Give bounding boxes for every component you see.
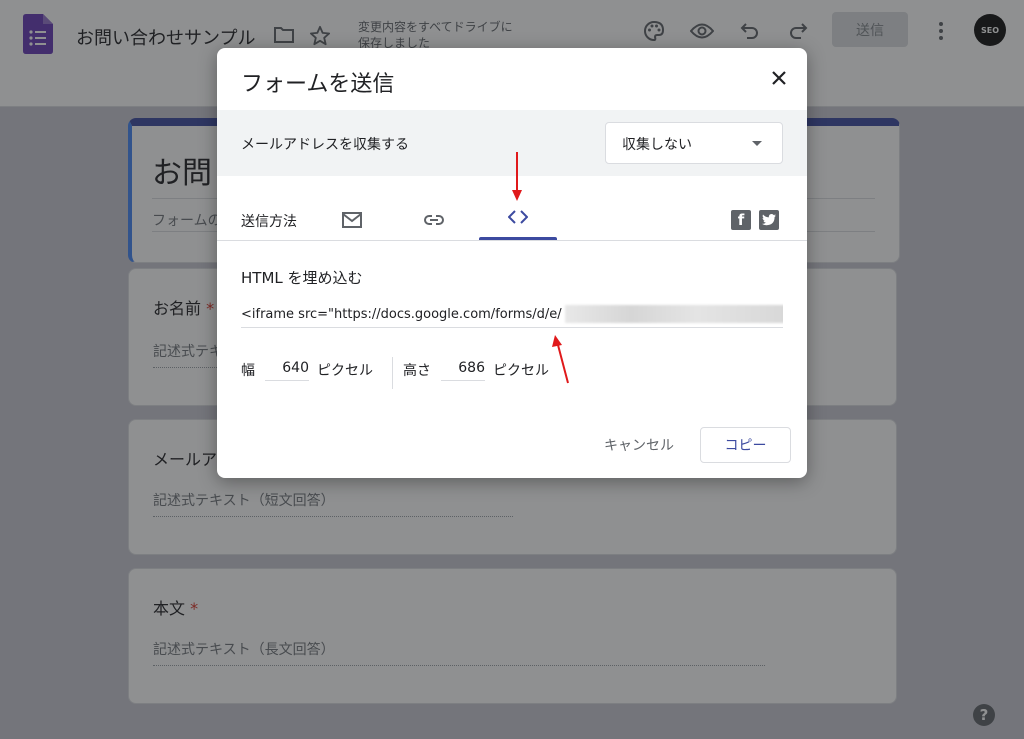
embed-code-field[interactable]: <iframe src="https://docs.google.com/for… [241,303,783,328]
collect-email-value: 収集しない [622,137,692,153]
height-unit: ピクセル [493,363,549,379]
cancel-button[interactable]: キャンセル [597,428,681,462]
width-label: 幅 [241,363,255,379]
blurred-form-id [565,305,783,323]
dialog-title: フォームを送信 [241,72,395,97]
copy-button[interactable]: コピー [700,427,791,463]
dropdown-arrow-icon [752,141,762,146]
collect-email-select[interactable]: 収集しない [605,122,783,164]
tabs-divider [217,240,807,241]
email-tab-icon[interactable] [331,204,373,236]
height-input[interactable]: 686 [441,360,485,381]
twitter-icon[interactable] [759,210,779,230]
collect-email-label: メールアドレスを収集する [241,137,409,153]
facebook-icon[interactable]: f [731,210,751,230]
collect-email-section: メールアドレスを収集する 収集しない [217,110,807,176]
close-icon[interactable] [767,66,791,90]
width-input[interactable]: 640 [265,360,309,381]
dimension-divider [392,357,393,389]
embed-tab-icon[interactable] [479,198,557,236]
width-unit: ピクセル [317,363,373,379]
link-tab-icon[interactable] [413,204,455,236]
send-via-label: 送信方法 [241,214,297,230]
embed-section-title: HTML を埋め込む [241,269,363,287]
height-label: 高さ [403,363,431,379]
embed-code-text: <iframe src="https://docs.google.com/for… [241,307,562,322]
send-form-dialog: フォームを送信 メールアドレスを収集する 収集しない 送信方法 f HTML を… [217,48,807,478]
